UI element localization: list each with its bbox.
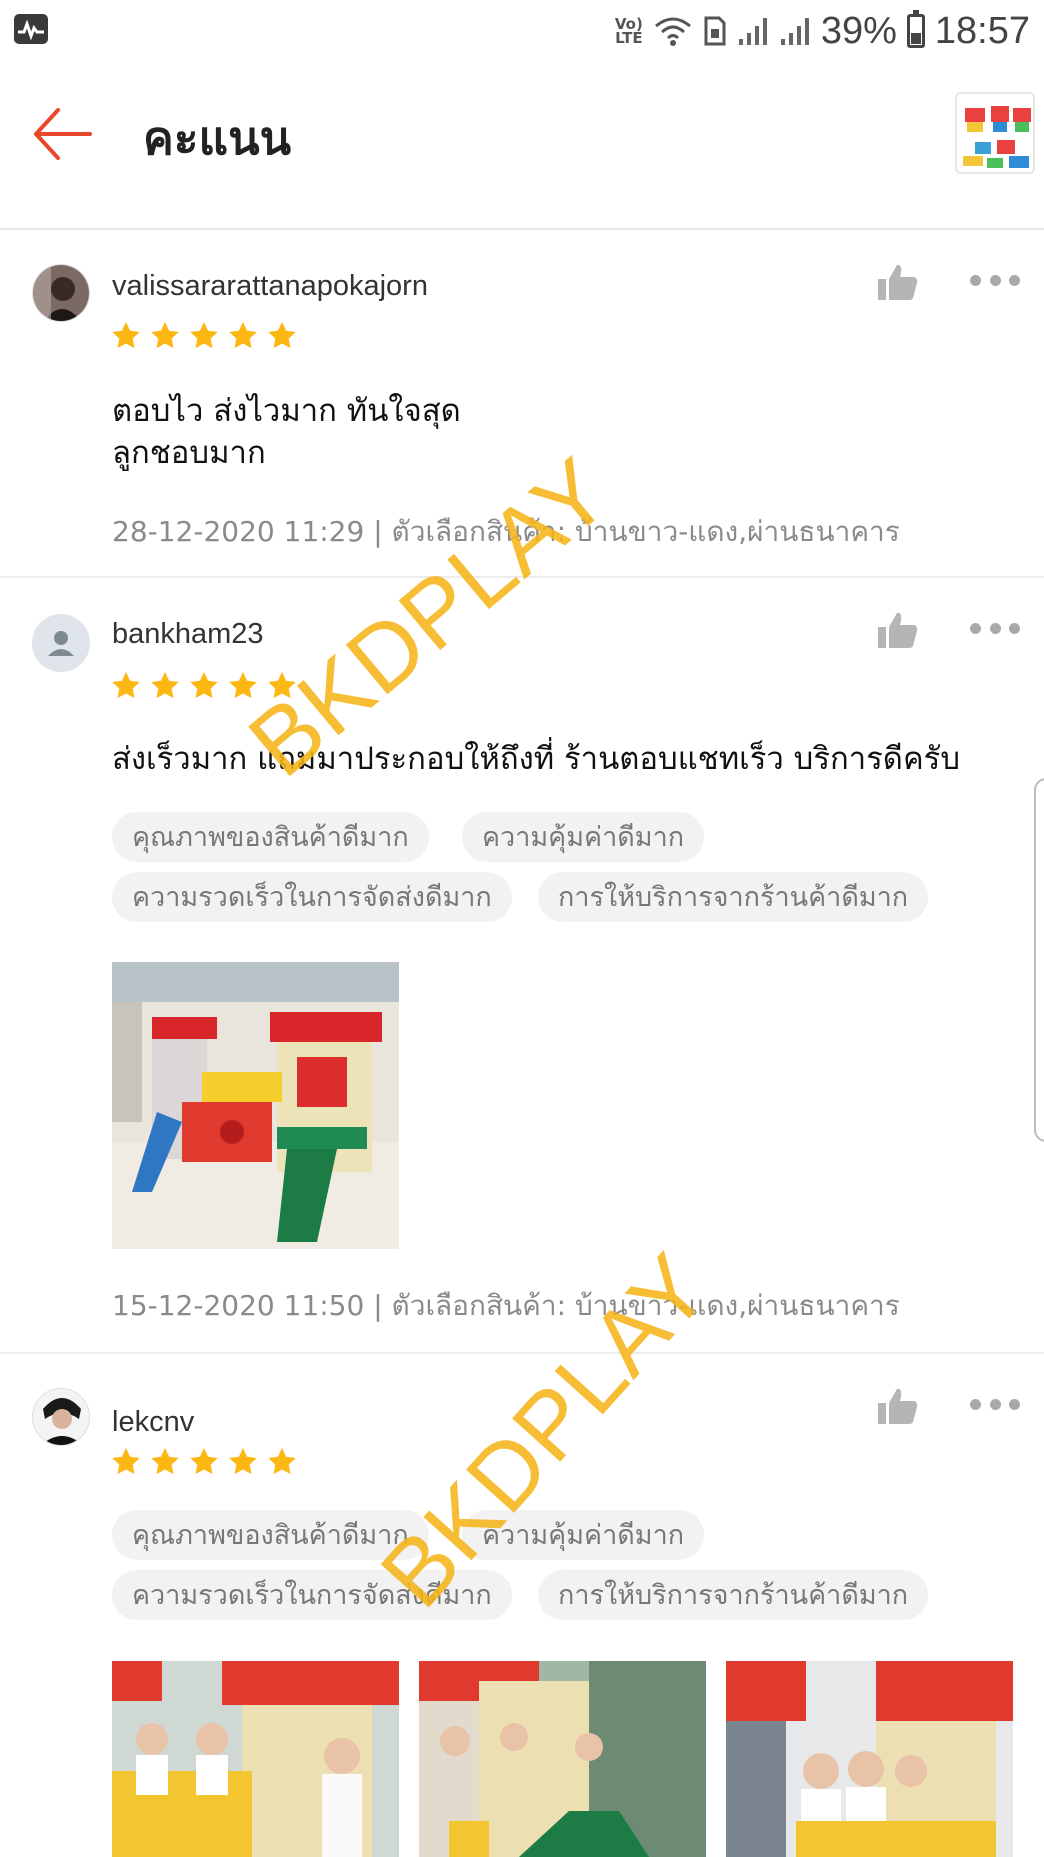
star-icon [151,322,179,349]
scrollbar-handle[interactable] [1034,778,1044,1142]
reviewer-name: bankham23 [112,618,264,650]
more-options-icon[interactable] [970,618,1020,638]
review-tag: การให้บริการจากร้านค้าดีมาก [538,872,929,922]
more-options-icon[interactable] [970,270,1020,290]
volte-indicator: Vo) LTE [614,15,643,47]
review-comment-line: ตอบไว ส่งไวมาก ทันใจสุด [112,393,461,429]
review-tag: ความรวดเร็วในการจัดส่งดีมาก [112,872,512,922]
signal-2-icon [780,18,809,45]
star-icon [190,672,218,699]
sim-card-icon [704,16,726,46]
star-icon [190,322,218,349]
more-options-icon[interactable] [970,1394,1020,1414]
clock: 18:57 [934,9,1030,52]
battery-icon [906,10,925,48]
star-icon [229,1448,257,1475]
review-photo[interactable] [726,1661,1013,1857]
product-thumbnail[interactable] [955,92,1035,174]
star-icon [112,672,140,699]
review-tag: การให้บริการจากร้านค้าดีมาก [538,1570,929,1620]
star-icon [151,1448,179,1475]
thumbs-up-icon[interactable] [876,610,920,650]
page-title: คะแนน [143,111,292,165]
reviewer-name: lekcnv [112,1406,195,1438]
arrow-left-icon [34,108,92,160]
review-photo[interactable] [112,962,399,1249]
star-icon [190,1448,218,1475]
star-icon [268,1448,296,1475]
app-header: คะแนน [0,62,1044,230]
wifi-icon [654,17,691,46]
review-comment: ตอบไว ส่งไวมาก ทันใจสุด ลูกชอบมาก [112,390,461,474]
star-rating [110,1446,298,1478]
avatar[interactable] [32,264,90,322]
avatar[interactable] [32,614,90,672]
star-icon [229,322,257,349]
review-comment: ส่งเร็วมาก แถมมาประกอบให้ถึงที่ ร้านตอบแ… [112,741,961,777]
reviewer-name: valissararattanapokajorn [112,270,428,302]
status-icons: Vo) LTE 39% 18:57 [615,6,1030,56]
back-button[interactable] [30,104,96,164]
review-card: bankham23 ส่งเร็วมาก แถมมาประกอบให้ถึงที… [0,578,1044,1354]
review-comment-line: ลูกชอบมาก [112,435,266,471]
review-photo[interactable] [112,1661,399,1857]
star-icon [112,322,140,349]
star-rating [110,320,298,352]
status-bar: Vo) LTE 39% 18:57 [0,0,1044,62]
review-photo[interactable] [419,1661,706,1857]
thumbs-up-icon[interactable] [876,262,920,302]
star-icon [268,322,296,349]
review-meta: 15-12-2020 11:50 | ตัวเลือกสินค้า: บ้านข… [112,1289,900,1322]
review-tag: ความคุ้มค่าดีมาก [462,812,705,862]
thumbs-up-icon[interactable] [876,1386,920,1426]
battery-percent: 39% [820,9,897,52]
star-icon [151,672,179,699]
activity-monitor-icon [14,14,48,44]
review-tag: คุณภาพของสินค้าดีมาก [112,812,429,862]
star-icon [112,1448,140,1475]
avatar[interactable] [32,1388,90,1446]
signal-icon [738,18,767,45]
